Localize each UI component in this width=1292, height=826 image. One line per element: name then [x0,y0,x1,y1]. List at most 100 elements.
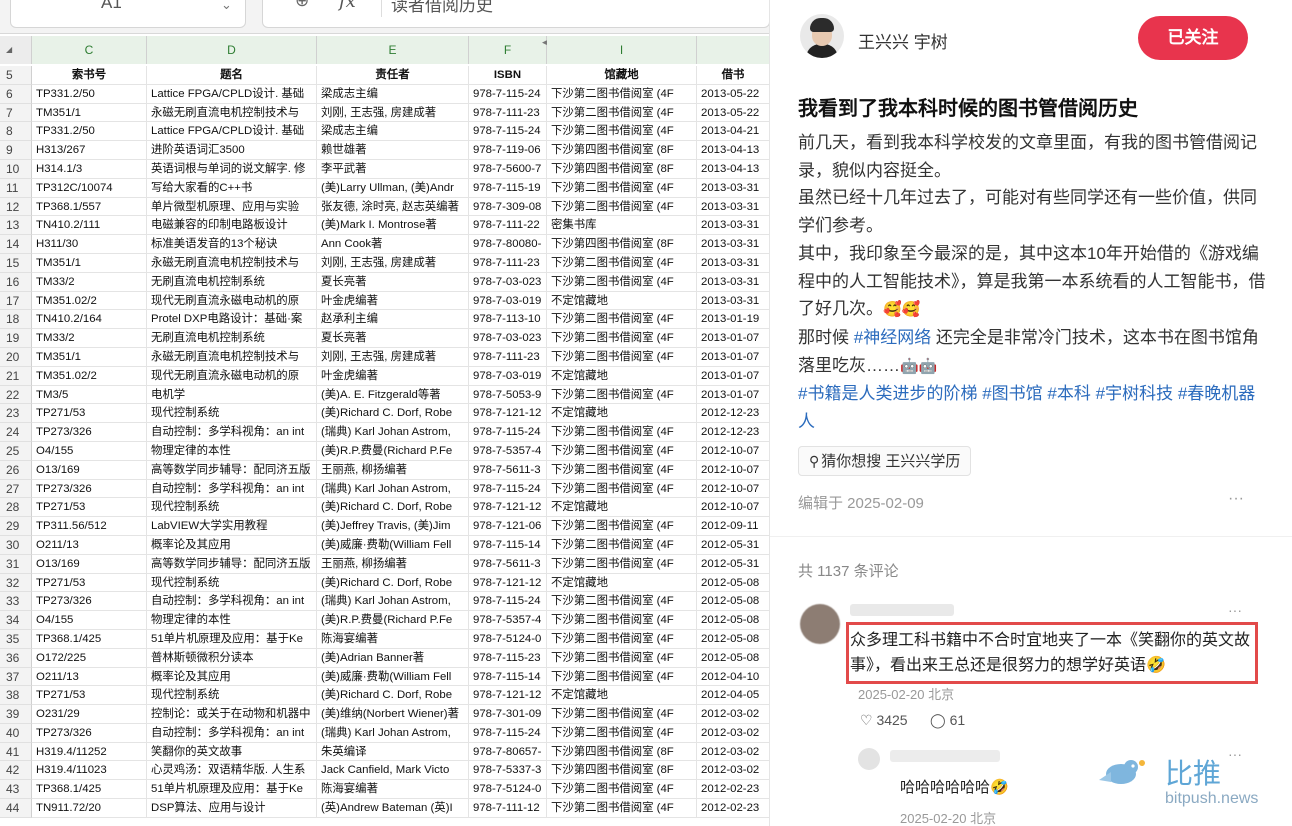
table-cell[interactable]: 王丽燕, 柳扬编著 [317,554,469,574]
table-cell[interactable]: 978-7-111-22 [469,216,547,236]
more-options-icon[interactable]: ··· [1228,602,1242,618]
row-number[interactable]: 40 [0,723,32,743]
table-cell[interactable]: 978-7-115-24 [469,423,547,442]
table-cell[interactable]: (美)Larry Ullman, (美)Andr [317,178,469,198]
table-cell[interactable]: 978-7-119-06 [469,141,547,160]
row-number[interactable]: 35 [0,629,32,649]
table-cell[interactable]: 2013-03-31 [697,235,769,254]
table-cell[interactable]: 下沙第二图书借阅室 (4F [547,780,697,800]
table-cell[interactable]: 978-7-111-23 [469,253,547,273]
column-header-f[interactable]: F [469,36,547,64]
table-cell[interactable]: 物理定律的本性 [147,611,317,630]
table-cell[interactable]: 进阶英语词汇3500 [147,141,317,160]
row-number[interactable]: 30 [0,535,32,555]
row-number[interactable]: 31 [0,554,32,574]
table-cell[interactable]: 2012-05-08 [697,574,769,593]
table-cell[interactable]: 下沙第二图书借阅室 (4F [547,517,697,536]
table-cell[interactable]: 2012-05-31 [697,536,769,555]
row-number[interactable]: 36 [0,648,32,668]
table-cell[interactable]: 978-7-115-14 [469,535,547,555]
table-cell[interactable]: 下沙第二图书借阅室 (4F [547,479,697,499]
commenter-name-blurred[interactable] [850,604,954,616]
table-cell[interactable]: 现代控制系统 [147,573,317,593]
table-cell[interactable]: 朱英编译 [317,742,469,762]
table-cell[interactable]: TP271/53 [32,404,147,424]
table-cell[interactable]: 978-7-115-24 [469,723,547,743]
table-cell[interactable]: 2013-04-13 [697,160,769,179]
table-header-cell[interactable]: 责任者 [317,66,469,85]
row-number[interactable]: 26 [0,460,32,480]
row-number[interactable]: 12 [0,197,32,217]
row-number[interactable]: 23 [0,404,32,424]
table-cell[interactable]: O4/155 [32,441,147,461]
table-cell[interactable]: 叶金虎编著 [317,291,469,311]
row-number[interactable]: 32 [0,573,32,593]
table-cell[interactable]: TP368.1/425 [32,780,147,800]
table-cell[interactable]: 2012-12-23 [697,423,769,442]
table-cell[interactable]: TN911.72/20 [32,799,147,818]
commenter-avatar[interactable] [800,604,840,644]
table-cell[interactable]: 陈海宴编著 [317,780,469,800]
table-cell[interactable]: 下沙第二图书借阅室 (4F [547,385,697,405]
hashtag-link[interactable]: #本科 [1047,384,1090,403]
table-cell[interactable]: 心灵鸡汤：双语精华版. 人生系 [147,761,317,781]
table-cell[interactable]: TM3/5 [32,385,147,405]
zoom-icon[interactable]: ⊕ [295,0,309,11]
table-cell[interactable]: 2012-03-02 [697,743,769,762]
hashtag-link[interactable]: #宇树科技 [1096,384,1173,403]
table-cell[interactable]: 2013-01-07 [697,348,769,367]
table-cell[interactable]: 下沙第四图书借阅室 (8F [547,141,697,160]
table-cell[interactable]: 刘刚, 王志强, 房建成著 [317,253,469,273]
table-header-cell[interactable]: 索书号 [32,66,147,85]
table-cell[interactable]: 下沙第二图书借阅室 (4F [547,799,697,818]
table-cell[interactable]: (美)Richard C. Dorf, Robe [317,686,469,706]
row-number[interactable]: 43 [0,780,32,800]
table-cell[interactable]: 下沙第四图书借阅室 (8F [547,159,697,179]
table-cell[interactable]: 下沙第二图书借阅室 (4F [547,460,697,480]
table-cell[interactable]: O13/169 [32,460,147,480]
table-cell[interactable]: 978-7-121-12 [469,686,547,706]
table-cell[interactable]: Lattice FPGA/CPLD设计. 基础 [147,84,317,104]
table-header-cell[interactable]: 借书 [697,66,769,85]
row-number[interactable]: 33 [0,592,32,612]
table-cell[interactable]: TP331.2/50 [32,122,147,142]
table-cell[interactable]: TM351.02/2 [32,366,147,386]
table-cell[interactable]: 笑翻你的英文故事 [147,742,317,762]
table-cell[interactable]: (瑞典) Karl Johan Astrom, [317,423,469,442]
table-cell[interactable]: 978-7-5124-0 [469,629,547,649]
table-cell[interactable]: 下沙第二图书借阅室 (4F [547,723,697,743]
table-cell[interactable]: 下沙第二图书借阅室 (4F [547,310,697,330]
table-cell[interactable]: 2012-10-07 [697,442,769,461]
table-cell[interactable]: (瑞典) Karl Johan Astrom, [317,723,469,743]
table-cell[interactable]: 下沙第二图书借阅室 (4F [547,629,697,649]
reply-button[interactable]: ◯ 61 [930,712,965,729]
table-cell[interactable]: H313/267 [32,141,147,160]
table-cell[interactable]: 高等数学同步辅导：配同济五版 [147,554,317,574]
table-cell[interactable]: 下沙第四图书借阅室 (8F [547,235,697,254]
row-number[interactable]: 44 [0,799,32,818]
table-cell[interactable]: 978-7-111-23 [469,103,547,123]
row-number[interactable]: 42 [0,761,32,781]
table-cell[interactable]: TP271/53 [32,573,147,593]
chevron-down-icon[interactable]: ⌄ [221,0,232,13]
table-cell[interactable]: 刘刚, 王志强, 房建成著 [317,347,469,367]
table-cell[interactable]: 写给大家看的C++书 [147,178,317,198]
row-number[interactable]: 27 [0,479,32,499]
table-cell[interactable]: TM33/2 [32,329,147,348]
table-cell[interactable]: 控制论：或关于在动物和机器中 [147,705,317,724]
table-cell[interactable]: 2012-10-07 [697,498,769,517]
table-cell[interactable]: 下沙第二图书借阅室 (4F [547,648,697,668]
table-cell[interactable]: H311/30 [32,235,147,254]
table-cell[interactable]: 下沙第二图书借阅室 (4F [547,535,697,555]
table-cell[interactable]: 永磁无刷直流电机控制技术与 [147,103,317,123]
table-cell[interactable]: 978-7-111-23 [469,347,547,367]
table-cell[interactable]: TP273/326 [32,592,147,612]
table-cell[interactable]: 不定馆藏地 [547,404,697,424]
select-all-corner[interactable]: ◢ [0,36,32,64]
table-cell[interactable]: 2012-03-02 [697,724,769,743]
table-cell[interactable]: 978-7-309-08 [469,197,547,217]
table-cell[interactable]: TM351/1 [32,253,147,273]
table-cell[interactable]: (瑞典) Karl Johan Astrom, [317,592,469,612]
row-number[interactable]: 24 [0,423,32,442]
table-cell[interactable]: 2012-04-10 [697,668,769,687]
